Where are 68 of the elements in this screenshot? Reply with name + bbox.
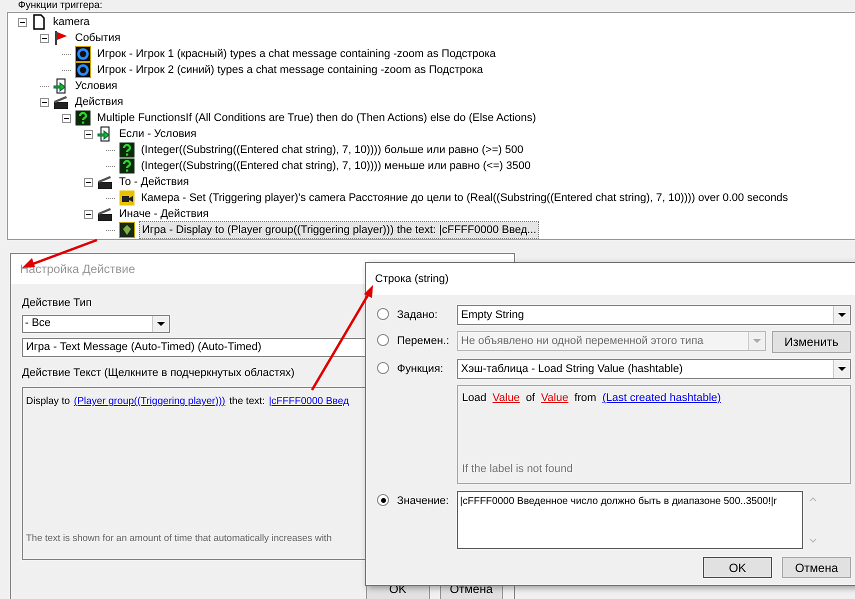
tree-item[interactable]: kamera (51, 14, 92, 30)
expand-toggle[interactable] (40, 34, 49, 42)
dialog-button[interactable]: OK (703, 557, 772, 578)
tree-item[interactable]: Камера - Set (Triggering player)'s camera Расстояние до цели to (Real((Substring((Entered chat string), 7, 10)))) over 0.00 seconds (139, 190, 790, 206)
radio-button[interactable] (377, 362, 389, 374)
tree-item[interactable]: Иначе - Действия (117, 206, 211, 222)
question-icon (119, 142, 135, 158)
option-label: Задано: (397, 308, 438, 323)
select-field[interactable]: Хэш-таблица - Load String Value (hashtable) (457, 359, 851, 379)
caret-icon (753, 339, 761, 343)
expand-toggle[interactable] (84, 130, 93, 138)
expand-toggle[interactable] (84, 210, 93, 218)
hint-text: The text is shown for an amount of time that automatically increases with (26, 532, 332, 546)
caret-icon (838, 313, 846, 317)
clapperboard-icon (97, 174, 113, 190)
parameter-link[interactable]: (Player group((Triggering player))) (74, 394, 226, 409)
flag-icon (53, 30, 69, 46)
note-text: If the label is not found (462, 462, 574, 476)
parameter-link[interactable]: Value (492, 390, 520, 406)
value-text-area[interactable]: |cFFFF0000 Введенное число должно быть в диапазоне 500..3500!|r (457, 491, 803, 549)
tree-item[interactable]: (Integer((Substring((Entered chat string), 7, 10)))) больше или равно (>=) 500 (139, 142, 526, 158)
parameter-link[interactable]: (Last created hashtable) (602, 390, 721, 406)
tree-item[interactable]: События (73, 30, 122, 46)
clapperboard-icon (53, 94, 69, 110)
tree-item[interactable]: Условия (73, 78, 120, 94)
radio-button[interactable] (377, 494, 389, 506)
option-label: Значение: (397, 494, 449, 509)
description-text: Display to (26, 395, 70, 409)
camera-icon (119, 190, 135, 206)
description-text: the text: (229, 395, 265, 409)
dropdown-button[interactable] (833, 306, 850, 324)
dialog-title: Строка (string) (375, 272, 449, 287)
dialog-title: Настройка Действие (20, 261, 136, 278)
radio-button[interactable] (377, 308, 389, 320)
description-text: from (574, 391, 596, 406)
game-icon (119, 222, 135, 238)
description-text: Load (462, 391, 486, 406)
field-label: Действие Текст (Щелкните в подчеркнутых областях) (22, 366, 295, 380)
dropdown-button[interactable] (833, 360, 850, 378)
tree-item[interactable]: Действия (73, 94, 126, 110)
expand-toggle[interactable] (18, 18, 27, 26)
tree-item[interactable]: Игрок - Игрок 2 (синий) types a chat message containing -zoom as Подстрока (95, 62, 486, 78)
parameter-link[interactable]: |cFFFF0000 Введ (268, 394, 349, 409)
tree-item[interactable]: Игрок - Игрок 1 (красный) types a chat message containing -zoom as Подстрока (95, 46, 498, 62)
panel-title: Функции триггера: (18, 0, 102, 11)
select-field[interactable]: Empty String (457, 305, 851, 325)
description-text: of (526, 391, 535, 406)
clapperboard-icon (97, 206, 113, 222)
question-icon (119, 158, 135, 174)
option-label: Функция: (397, 362, 444, 377)
tree-item[interactable]: То - Действия (117, 174, 191, 190)
dialog-button[interactable]: Отмена (782, 557, 851, 578)
tree-item[interactable]: Игра - Display to (Player group((Triggering player))) the text: |cFFFF0000 Введ... (139, 220, 540, 240)
parameter-link[interactable]: Value (541, 390, 568, 406)
tree-item[interactable]: (Integer((Substring((Entered chat string), 7, 10)))) меньше или равно (<=) 3500 (139, 158, 533, 174)
caret-icon (838, 367, 846, 371)
type-dropdown[interactable]: - Все (22, 314, 170, 332)
expand-toggle[interactable] (62, 114, 71, 122)
dropdown-button[interactable] (152, 316, 169, 332)
question-icon (75, 110, 91, 126)
caret-icon (157, 322, 165, 326)
event-icon (75, 46, 91, 62)
event-icon (75, 62, 91, 78)
expand-toggle[interactable] (84, 178, 93, 186)
field-label: Действие Тип (22, 296, 92, 311)
expand-toggle[interactable] (40, 98, 49, 106)
tree-item[interactable]: Multiple FunctionsIf (All Conditions are True) then do (Then Actions) else do (Else Actions) (95, 110, 538, 126)
tree-item[interactable]: Если - Условия (117, 126, 198, 142)
